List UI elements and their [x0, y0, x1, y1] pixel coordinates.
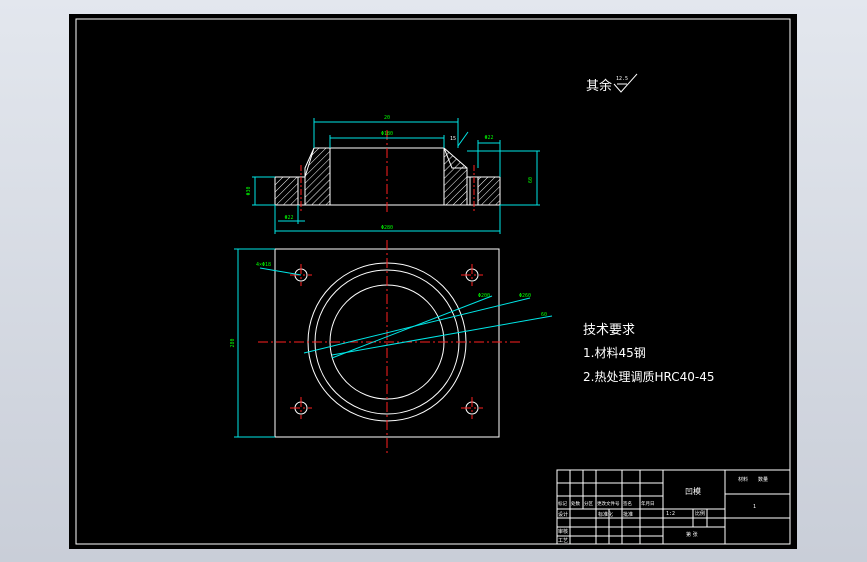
drawing-canvas [69, 14, 797, 549]
dim-outer-width: Φ280 [381, 225, 393, 231]
surface-note: 其余 [586, 78, 612, 94]
standard-caption: 标准化 [598, 511, 613, 518]
tech-requirement-2: 2.热处理调质HRC40-45 [583, 370, 714, 384]
roughness-value: 12.5 [616, 76, 628, 82]
revision-label-1: 标记 [558, 500, 567, 507]
dim-hole-bottom: Φ22 [284, 215, 293, 221]
revision-label-6: 年月日 [641, 500, 655, 507]
cad-drawing-viewport[interactable]: Φ180 20 15 Φ22 60 Φ30 Φ280 Φ22 4×Φ18 Φ20… [0, 0, 867, 562]
scale-value: 1:2 [666, 511, 675, 517]
revision-label-5: 签名 [623, 500, 632, 507]
leader-label-a: Φ200 [478, 293, 490, 299]
scale-caption: 比例 [695, 510, 705, 517]
tech-requirements-title: 技术要求 [583, 323, 635, 338]
dim-plate-height: 280 [230, 338, 236, 347]
revision-label-2: 处数 [571, 500, 580, 507]
designer-caption: 设计 [558, 511, 568, 518]
dim-top-width: Φ180 [381, 131, 393, 137]
dim-chamfer: 15 [450, 136, 456, 142]
tech-requirement-1: 1.材料45钢 [583, 346, 646, 360]
leader-label-b: Φ260 [519, 293, 531, 299]
dim-boss-height: 20 [384, 115, 390, 121]
hatch-right-outer [477, 176, 501, 206]
quantity-caption: 数量 [758, 476, 768, 483]
revision-label-4: 更改文件号 [597, 500, 620, 507]
hatch-left-outer [274, 176, 299, 206]
dim-right-height: 60 [528, 177, 534, 183]
process-caption: 工艺 [558, 538, 568, 544]
revision-label-3: 分区 [584, 500, 593, 507]
checker-caption: 审核 [558, 528, 568, 535]
dim-left-height: Φ30 [246, 186, 252, 195]
hole-tag: 4×Φ18 [256, 262, 271, 268]
sheet-caption: 第 张 [686, 531, 698, 538]
leader-label-c: 60 [541, 312, 547, 318]
approve-caption: 批准 [623, 511, 633, 518]
part-name: 凹模 [685, 486, 701, 496]
dim-right-top: Φ22 [484, 135, 493, 141]
material-caption: 材料 [738, 476, 748, 483]
page-number: 1 [753, 504, 756, 510]
